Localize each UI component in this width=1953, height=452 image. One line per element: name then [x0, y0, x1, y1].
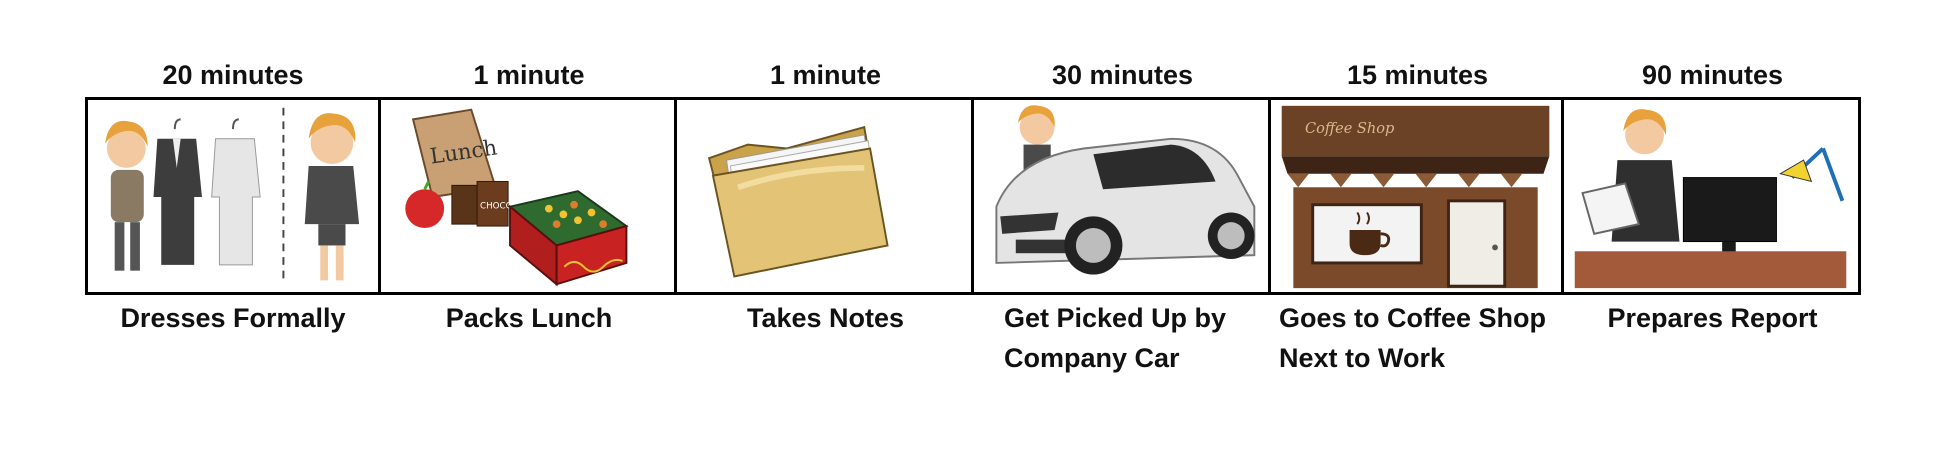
caption-multiline: Goes to Coffee Shop Next to Work	[1279, 298, 1560, 378]
caption: Packs Lunch	[445, 303, 613, 333]
caption-multiline: Get Picked Up by Company Car	[1004, 298, 1267, 378]
caption-line: Next to Work	[1279, 343, 1446, 373]
step-company-car: 30 minutes Get Picked Up by Company Car	[974, 0, 1271, 452]
duration-label: 1 minute	[473, 60, 585, 90]
duration-label: 1 minute	[769, 60, 882, 90]
caption: Dresses Formally	[120, 303, 346, 333]
report-panel	[1564, 97, 1861, 295]
caption-line: Company Car	[1004, 343, 1180, 373]
step-prepares-report: 90 minutes Prepares Report	[1564, 0, 1861, 452]
folder-icon	[707, 125, 889, 278]
notes-panel	[677, 97, 974, 295]
svg-text:CHOCO: CHOCO	[480, 202, 513, 212]
car-panel	[974, 97, 1271, 295]
step-packs-lunch: 1 minute Lunch CHOCO Packs Lunch	[381, 0, 677, 452]
caption-line: Get Picked Up by	[1004, 303, 1227, 333]
coffee-panel: Coffee Shop	[1271, 97, 1564, 295]
lunch-bag-icon: Lunch CHOCO	[405, 108, 629, 287]
duration-label: 30 minutes	[1051, 60, 1194, 90]
caption: Prepares Report	[1607, 303, 1818, 333]
caption: Takes Notes	[746, 303, 905, 333]
duration-label: 90 minutes	[1641, 60, 1784, 90]
coffee-shop-icon: Coffee Shop	[1281, 105, 1550, 289]
duration-label: 15 minutes	[1346, 60, 1489, 90]
shop-sign-text: Coffee Shop	[1305, 121, 1394, 137]
step-coffee-shop: 15 minutes Coffee Shop Goes to Coffee Sh…	[1271, 0, 1564, 452]
caption-line: Goes to Coffee Shop	[1279, 303, 1547, 333]
dressing-panel	[85, 97, 381, 295]
lunch-panel: Lunch CHOCO	[381, 97, 677, 295]
step-dresses-formally: 20 minutes Dresses Formally	[85, 0, 381, 452]
duration-label: 20 minutes	[162, 60, 304, 90]
step-takes-notes: 1 minute Takes Notes	[677, 0, 974, 452]
car-icon	[995, 105, 1256, 275]
office-desk-icon	[1574, 109, 1847, 289]
dressing-person-icon	[105, 107, 360, 285]
